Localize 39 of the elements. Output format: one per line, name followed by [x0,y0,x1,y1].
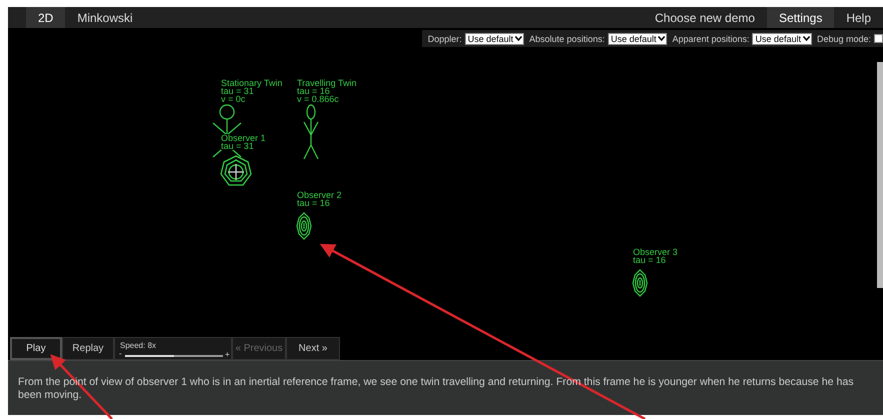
object-label: tau = 16 [297,199,330,207]
nav-tab[interactable]: Settings [766,7,834,28]
dropdown[interactable]: Use default [608,32,668,44]
caret-icon [802,36,810,41]
object-label: v = 0.866c [297,95,339,103]
setting-label: Apparent positions: [672,34,750,44]
plus-label: + [225,350,230,359]
observer-icon [632,269,648,297]
setting-label: Doppler: [428,34,462,44]
minus-label: - [119,349,122,358]
object-label: Observer 2 [297,191,342,199]
object-label: Travelling Twin [297,79,357,87]
control-button[interactable]: Replay [62,337,114,360]
object-label: Stationary Twin [221,79,282,87]
control-button[interactable]: Play [10,337,62,360]
object-label: tau = 16 [633,256,666,264]
setting-label: Absolute positions: [529,34,605,44]
object-label: tau = 31 [221,87,254,95]
nav-tab[interactable]: Choose new demo [642,7,767,28]
dropdown[interactable]: Use default [752,32,812,44]
scroll-bar[interactable] [877,62,883,288]
setting-label: Debug mode: [816,34,871,44]
nav-tab[interactable]: Help [834,7,883,28]
observer-icon [296,212,312,240]
caret-icon [515,36,522,41]
checkbox[interactable] [874,34,883,43]
caret-icon [658,36,666,41]
object-label: v = 0c [221,95,246,103]
object-label: Observer 3 [633,248,678,256]
step-button[interactable]: Next » [286,337,340,360]
speed-label: Speed: 8x [120,341,156,350]
object-label: tau = 16 [297,87,330,95]
object-label: Observer 1 [221,134,266,142]
object-label: tau = 31 [221,142,254,150]
dropdown[interactable]: Use default [464,32,524,44]
nav-tab[interactable]: Minkowski [65,7,145,28]
nav-tab[interactable]: 2D [26,7,66,28]
observer-icon [220,155,252,186]
stick-figure-drawing [303,104,319,160]
